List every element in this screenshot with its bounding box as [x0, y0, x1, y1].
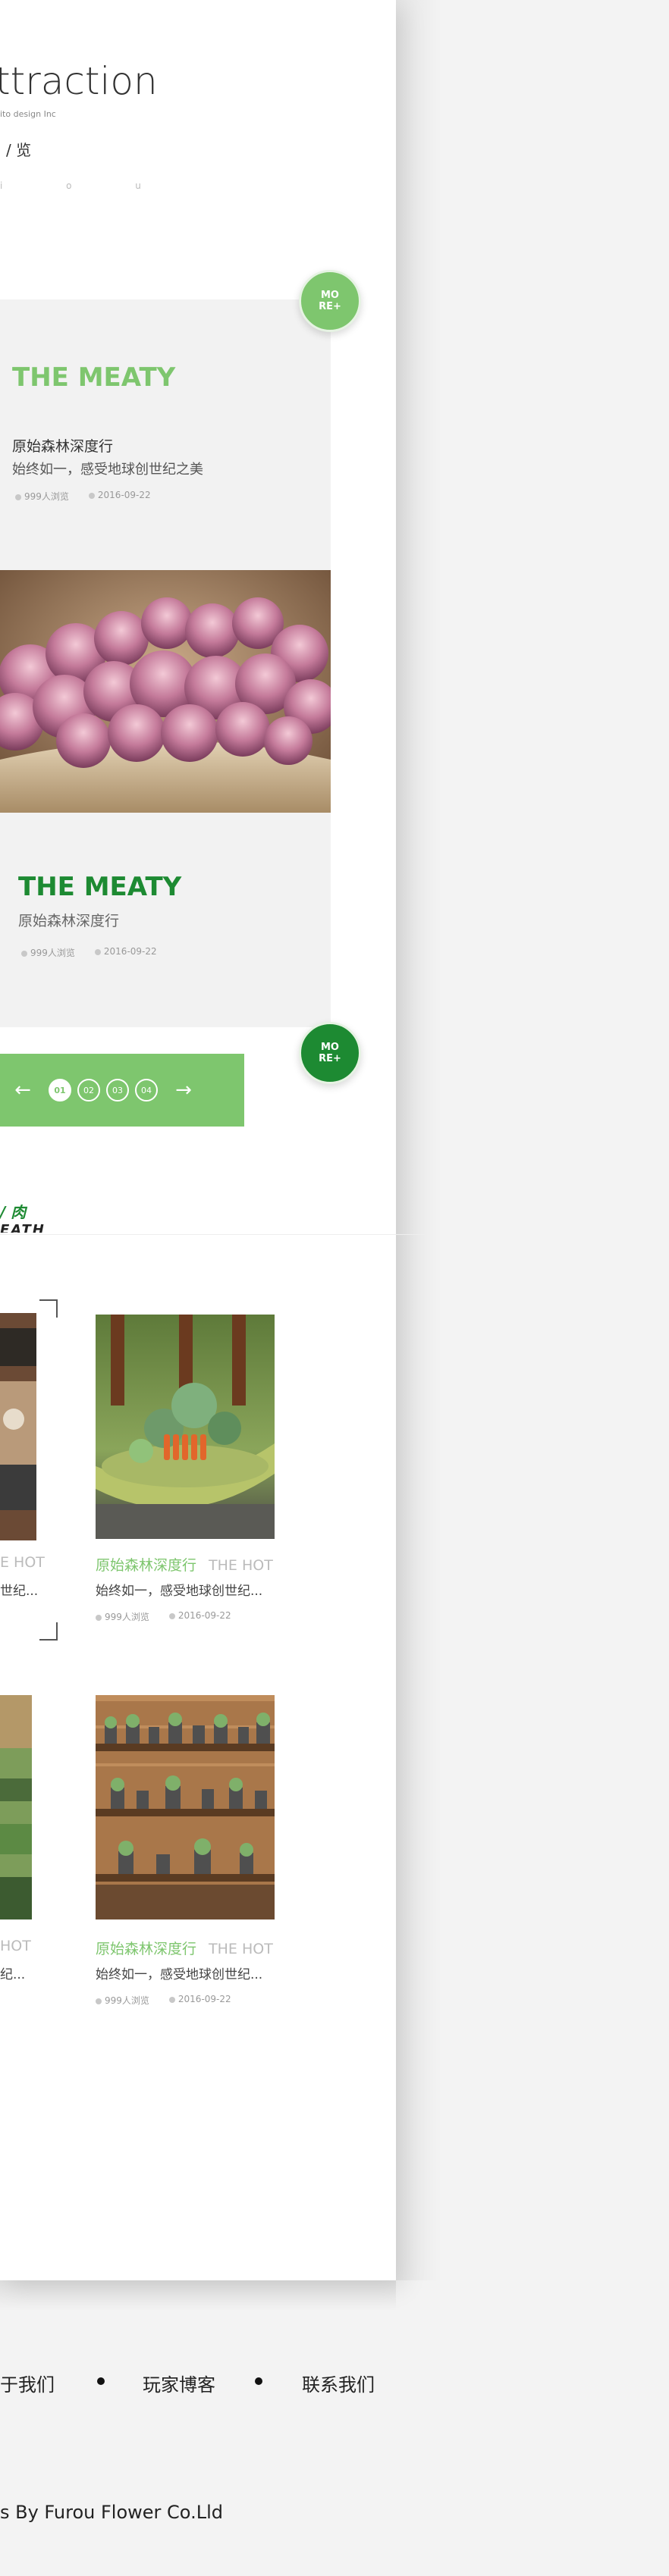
footer-link-blog[interactable]: 玩家博客	[143, 2370, 215, 2396]
card1-desc: 始终如一，感受地球创世纪之美	[12, 462, 203, 478]
views-icon	[21, 950, 27, 957]
card2-desc[interactable]: 原始森林深度行	[18, 910, 119, 930]
card2-views: 999人浏览	[21, 946, 75, 959]
left-top-hot: E HOT	[0, 1554, 45, 1571]
section2-subtitle: EATH	[0, 1222, 46, 1233]
hero-subtitle: ito design Inc	[0, 109, 56, 119]
grid-item2-desc: 始终如一，感受地球创世纪...	[96, 1967, 263, 1982]
hero-letters: i o u	[0, 180, 171, 191]
more-label-light: MO RE+	[319, 290, 341, 312]
panel-bottom-shadow	[0, 2280, 396, 2311]
arrow-right-icon[interactable]: →	[168, 1079, 199, 1102]
grid-item2-name[interactable]: 原始森林深度行	[96, 1941, 196, 1957]
card1-meta: 999人浏览 2016-09-22	[15, 490, 151, 503]
card1-date: 2016-09-22	[88, 490, 151, 503]
page-02[interactable]: 02	[77, 1079, 100, 1102]
views-icon	[96, 1614, 102, 1621]
grid-item1-hot: THE HOT	[209, 1557, 273, 1574]
page-01[interactable]: 01	[49, 1079, 71, 1102]
grid-item2-views: 999人浏览	[96, 1994, 149, 2007]
card2-title: THE MEATY	[18, 872, 182, 902]
left-bottom-hot: HOT	[0, 1938, 31, 1954]
left-top-desc: 世纪...	[0, 1584, 39, 1599]
page-03[interactable]: 03	[106, 1079, 129, 1102]
grid-item2-meta: 999人浏览 2016-09-22	[96, 1994, 231, 2007]
grid-item1-date: 2016-09-22	[168, 1610, 231, 1623]
card2-meta: 999人浏览 2016-09-22	[21, 946, 157, 959]
left-partial-image-top[interactable]	[0, 1313, 36, 1540]
card1-name[interactable]: 原始森林深度行	[12, 435, 113, 456]
more-button-dark[interactable]: MO RE+	[299, 1022, 361, 1084]
frame-corner-top	[39, 1299, 58, 1318]
section2-title: / 肉	[0, 1203, 27, 1221]
left-partial-image-bottom[interactable]	[0, 1695, 32, 1919]
more-label-dark: MO RE+	[319, 1042, 341, 1064]
panel-shadow	[396, 0, 441, 2280]
grid-item1-titles: 原始森林深度行 THE HOT	[96, 1554, 273, 1575]
card1-views: 999人浏览	[15, 490, 69, 503]
page-04[interactable]: 04	[135, 1079, 158, 1102]
clock-icon	[88, 492, 95, 499]
hero-title: ttraction	[0, 59, 158, 103]
card2-date: 2016-09-22	[94, 946, 157, 959]
section-divider	[0, 1234, 425, 1235]
card1-title: THE MEATY	[12, 362, 176, 393]
footer-link-contact[interactable]: 联系我们	[302, 2370, 375, 2396]
copyright: s By Furou Flower Co.Lld	[0, 2502, 223, 2523]
grid-item2-titles: 原始森林深度行 THE HOT	[96, 1938, 273, 1958]
grid-item2-date: 2016-09-22	[168, 1994, 231, 2007]
arrow-left-icon[interactable]: ←	[8, 1079, 38, 1102]
grid-item2-hot: THE HOT	[209, 1941, 273, 1957]
pager: ← 01 02 03 04 →	[0, 1054, 244, 1127]
clock-icon	[168, 1612, 175, 1619]
grid-item1-name[interactable]: 原始森林深度行	[96, 1557, 196, 1574]
footer-link-about[interactable]: 于我们	[0, 2370, 55, 2396]
views-icon	[15, 494, 21, 500]
grid-item1-views: 999人浏览	[96, 1610, 149, 1623]
left-bottom-desc: 纪...	[0, 1967, 26, 1982]
frame-corner-bottom	[39, 1622, 58, 1641]
grid-item1-image[interactable]	[96, 1315, 275, 1539]
views-icon	[96, 1998, 102, 2004]
hero-nav[interactable]: / 览	[6, 138, 31, 160]
grid-item2-image[interactable]	[96, 1695, 275, 1919]
clock-icon	[168, 1996, 175, 2003]
grid-item1-desc: 始终如一，感受地球创世纪...	[96, 1584, 263, 1599]
footer-separator	[97, 2377, 105, 2385]
footer-separator	[255, 2377, 262, 2385]
clock-icon	[94, 948, 101, 955]
succulent-image[interactable]	[0, 570, 331, 813]
more-button-light[interactable]: MO RE+	[299, 270, 361, 332]
grid-item1-meta: 999人浏览 2016-09-22	[96, 1610, 231, 1623]
